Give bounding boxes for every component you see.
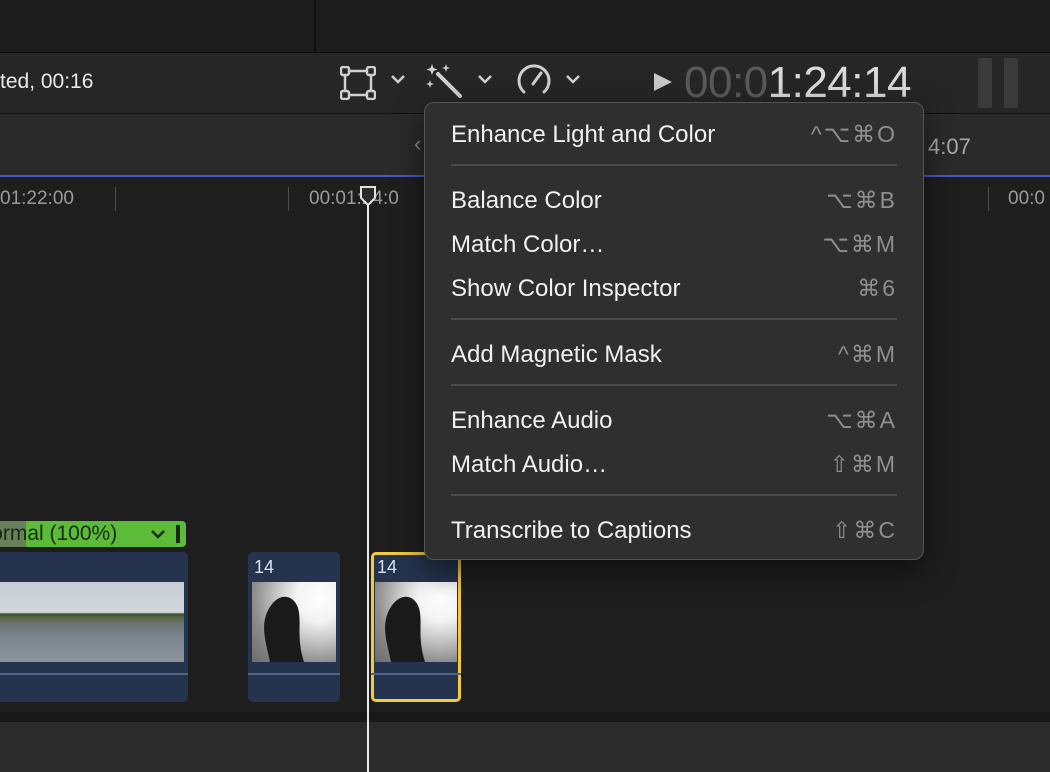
transform-icon[interactable] [339, 65, 377, 101]
speed-gauge-icon[interactable] [516, 64, 552, 98]
project-status-text: ted, 00:16 [0, 70, 94, 93]
menu-item-enhance-light-and-color[interactable]: Enhance Light and Color ^⌥⌘O [425, 114, 923, 154]
playhead-icon[interactable] [359, 185, 377, 207]
ruler-tick [115, 187, 116, 211]
menu-item-shortcut: ⌥⌘B [826, 187, 897, 213]
menu-item-label: Match Audio… [451, 451, 608, 478]
menu-item-shortcut: ⌘6 [857, 275, 897, 301]
menu-item-label: Match Color… [451, 231, 605, 258]
clip-number: 14 [254, 557, 275, 577]
viewer-divider [314, 0, 316, 52]
bottom-panel [0, 722, 1050, 772]
menu-separator [451, 164, 897, 166]
magic-wand-icon[interactable] [426, 62, 464, 98]
menu-separator [451, 384, 897, 386]
ruler-tick [988, 187, 989, 211]
timecode-bright: 1:24:14 [767, 58, 912, 107]
menu-item-show-color-inspector[interactable]: Show Color Inspector ⌘6 [425, 268, 923, 308]
chevron-down-icon[interactable] [390, 72, 406, 88]
enhancements-menu: Enhance Light and Color ^⌥⌘O Balance Col… [424, 102, 924, 560]
menu-item-shortcut: ^⌥⌘O [810, 121, 897, 147]
timeline-duration: 4:07 [928, 134, 971, 159]
menu-item-label: Balance Color [451, 187, 602, 214]
ruler-label: 01:22:00 [0, 188, 74, 209]
menu-separator [451, 494, 897, 496]
menu-separator [451, 318, 897, 320]
ruler-label: 00:0 [1008, 188, 1045, 209]
ruler-label: 00:01:24:0 [309, 188, 399, 209]
timecode-dim: 00:0 [684, 58, 768, 107]
timeline-clip[interactable]: 14 [248, 552, 340, 702]
timecode-display: 00:01:24:14 [684, 58, 911, 108]
chevron-down-icon[interactable] [565, 72, 581, 88]
menu-item-label: Transcribe to Captions [451, 517, 692, 544]
chevron-down-icon[interactable] [477, 72, 493, 88]
clip-audio-bar [248, 673, 340, 675]
menu-item-transcribe-to-captions[interactable]: Transcribe to Captions ⇧⌘C [425, 510, 923, 550]
timeline-clip[interactable] [0, 552, 188, 702]
menu-item-label: Add Magnetic Mask [451, 341, 662, 368]
playhead-line[interactable] [367, 200, 369, 772]
menu-item-label: Enhance Light and Color [451, 121, 716, 148]
menu-item-shortcut: ⌥⌘A [826, 407, 897, 433]
speed-label-text: Normal (100%) [0, 522, 118, 545]
menu-item-label: Show Color Inspector [451, 275, 681, 302]
menu-item-balance-color[interactable]: Balance Color ⌥⌘B [425, 180, 923, 220]
menu-item-match-audio[interactable]: Match Audio… ⇧⌘M [425, 444, 923, 484]
clip-audio-bar [371, 673, 461, 675]
clip-thumbnail [252, 582, 336, 662]
menu-item-match-color[interactable]: Match Color… ⌥⌘M [425, 224, 923, 264]
play-icon[interactable] [650, 68, 676, 96]
menu-item-shortcut: ⇧⌘C [832, 517, 897, 543]
retime-speed-bar[interactable]: Normal (100%) [0, 521, 186, 547]
chevron-down-icon[interactable] [150, 521, 166, 552]
viewer-top-strip [0, 0, 1050, 53]
timeline-clip-selected[interactable]: 14 [371, 552, 461, 702]
clip-audio-bar [0, 673, 188, 675]
menu-item-shortcut: ⇧⌘M [829, 451, 897, 477]
menu-item-enhance-audio[interactable]: Enhance Audio ⌥⌘A [425, 400, 923, 440]
clip-thumbnail [0, 582, 68, 662]
audio-meter [978, 58, 1020, 108]
menu-item-shortcut: ⌥⌘M [822, 231, 897, 257]
retime-handle-end[interactable] [176, 525, 180, 543]
menu-item-label: Enhance Audio [451, 407, 613, 434]
clip-thumbnail [68, 582, 184, 662]
back-arrow-icon[interactable]: ‹ [414, 131, 421, 157]
menu-item-shortcut: ^⌘M [838, 341, 897, 367]
timeline-bottom-track [0, 712, 1050, 722]
clip-number: 14 [377, 557, 398, 577]
ruler-tick [288, 187, 289, 211]
menu-item-add-magnetic-mask[interactable]: Add Magnetic Mask ^⌘M [425, 334, 923, 374]
clip-thumbnail [375, 582, 457, 662]
